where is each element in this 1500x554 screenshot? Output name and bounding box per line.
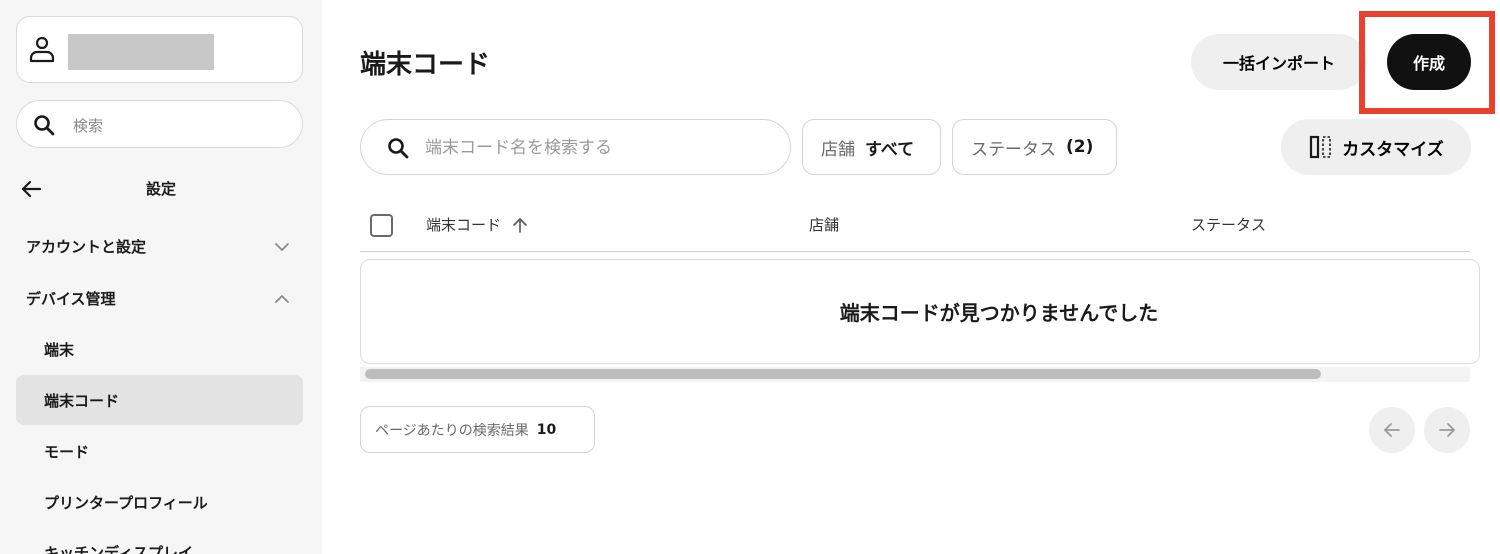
results-per-page-label: ページあたりの検索結果 bbox=[375, 422, 529, 439]
column-header-label: ステータス bbox=[1191, 216, 1267, 234]
search-icon bbox=[34, 115, 55, 136]
device-code-search[interactable] bbox=[360, 119, 791, 175]
column-header-status[interactable]: ステータス bbox=[1191, 214, 1266, 235]
status-filter-count: (2) bbox=[1066, 137, 1094, 157]
arrow-left-icon bbox=[1384, 423, 1400, 437]
chevron-up-icon bbox=[275, 295, 289, 303]
search-icon bbox=[388, 138, 409, 159]
table-header: 端末コード 店舗 ステータス bbox=[360, 200, 1470, 252]
previous-page-button[interactable] bbox=[1369, 407, 1415, 453]
sidebar-item-label: プリンタープロフィール bbox=[44, 494, 208, 512]
page-title: 端末コード bbox=[360, 50, 491, 80]
sidebar-item-label: モード bbox=[44, 443, 90, 461]
customize-label: カスタマイズ bbox=[1342, 139, 1444, 159]
sidebar-item-printer-profiles[interactable]: プリンタープロフィール bbox=[16, 477, 303, 527]
select-all-checkbox[interactable] bbox=[370, 214, 393, 237]
account-switcher[interactable] bbox=[16, 16, 303, 83]
sidebar-group-label: デバイス管理 bbox=[26, 290, 116, 308]
status-filter[interactable]: ステータス (2) bbox=[952, 119, 1117, 175]
results-per-page-value: 10 bbox=[536, 421, 557, 438]
sidebar-item-device-codes[interactable]: 端末コード bbox=[16, 375, 303, 425]
column-header-store[interactable]: 店舗 bbox=[809, 214, 839, 235]
sidebar-search-placeholder: 検索 bbox=[73, 117, 104, 135]
empty-state-message: 端末コードが見つかりませんでした bbox=[839, 301, 1159, 325]
results-per-page-select[interactable]: ページあたりの検索結果 10 bbox=[360, 406, 595, 453]
column-header-label: 端末コード bbox=[426, 216, 502, 234]
columns-icon bbox=[1310, 135, 1332, 159]
sidebar-search-input[interactable]: 検索 bbox=[16, 100, 303, 148]
arrow-up-icon[interactable] bbox=[511, 216, 529, 234]
store-filter-label: 店舗 bbox=[821, 139, 855, 160]
column-header-label: 店舗 bbox=[809, 216, 840, 234]
sidebar-item-devices[interactable]: 端末 bbox=[16, 324, 303, 374]
sidebar-item-label: 端末コード bbox=[44, 392, 120, 410]
device-code-search-input[interactable] bbox=[425, 134, 765, 162]
account-name-redacted bbox=[68, 34, 214, 70]
bulk-import-button[interactable]: 一括インポート bbox=[1191, 34, 1367, 90]
chevron-down-icon bbox=[275, 243, 289, 251]
sidebar-item-label: 端末 bbox=[44, 341, 75, 359]
column-header-device-code[interactable]: 端末コード bbox=[426, 214, 529, 235]
sidebar-section-title: 設定 bbox=[145, 180, 176, 198]
store-filter-value: すべて bbox=[865, 139, 915, 160]
next-page-button[interactable] bbox=[1424, 407, 1470, 453]
sidebar-group-account-settings[interactable]: アカウントと設定 bbox=[16, 222, 303, 270]
sidebar-item-modes[interactable]: モード bbox=[16, 426, 303, 476]
customize-button[interactable]: カスタマイズ bbox=[1281, 119, 1471, 175]
sidebar-item-label: キッチンディスプレイ bbox=[44, 544, 193, 554]
sidebar-group-label: アカウントと設定 bbox=[26, 238, 147, 256]
settings-back-row[interactable]: 設定 bbox=[0, 168, 322, 208]
user-icon bbox=[29, 36, 55, 63]
sidebar-item-kitchen-display[interactable]: キッチンディスプレイ bbox=[16, 527, 303, 554]
store-filter[interactable]: 店舗 すべて bbox=[802, 119, 941, 175]
arrow-right-icon bbox=[1439, 423, 1455, 437]
sidebar-group-device-management[interactable]: デバイス管理 bbox=[16, 274, 303, 322]
horizontal-scrollbar-thumb[interactable] bbox=[365, 369, 1321, 379]
sidebar: 検索 設定 アカウントと設定 デバイス管理 端末 端末コード モード プリンター… bbox=[0, 0, 322, 554]
status-filter-label: ステータス bbox=[971, 139, 1056, 160]
create-button[interactable]: 作成 bbox=[1387, 34, 1471, 90]
